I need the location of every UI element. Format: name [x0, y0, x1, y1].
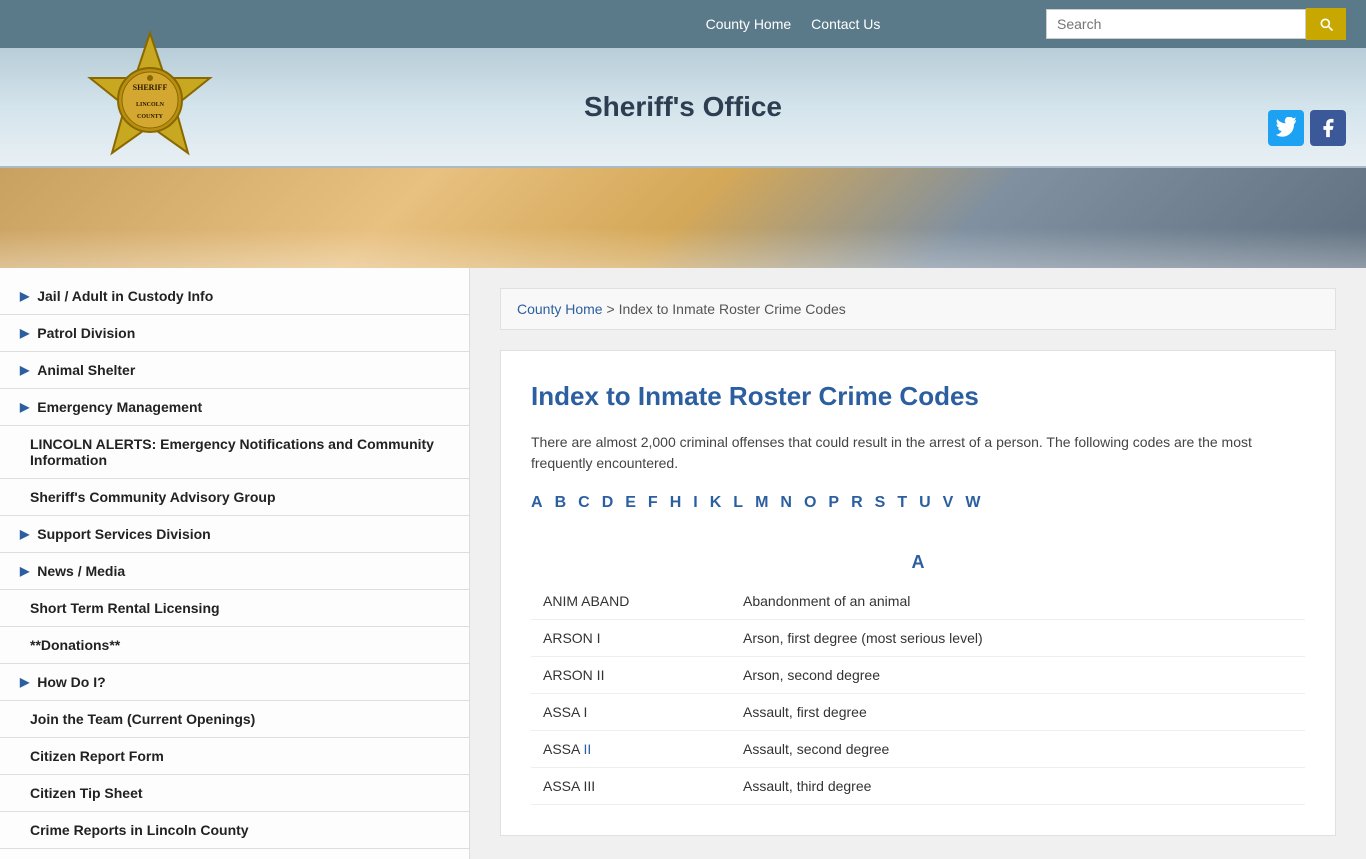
- table-row: ASSA III Assault, third degree: [531, 768, 1305, 805]
- alphabet-navigation: A B C D E F H I K L M N O P R S T U V W: [531, 494, 1305, 522]
- crime-description: Assault, third degree: [731, 768, 1305, 805]
- alpha-n[interactable]: N: [780, 494, 792, 512]
- sidebar-item-support[interactable]: ▶ Support Services Division: [0, 516, 469, 553]
- top-navigation: County Home Contact Us: [706, 16, 881, 32]
- search-area: [1046, 8, 1346, 40]
- arrow-icon: ▶: [20, 527, 29, 541]
- table-row: ANIM ABAND Abandonment of an animal: [531, 583, 1305, 620]
- twitter-icon[interactable]: [1268, 110, 1304, 146]
- sidebar-item-join-team[interactable]: Join the Team (Current Openings): [0, 701, 469, 738]
- crime-description: Arson, first degree (most serious level): [731, 620, 1305, 657]
- crime-code: ASSA II: [531, 731, 731, 768]
- sidebar: ▶ Jail / Adult in Custody Info ▶ Patrol …: [0, 268, 470, 859]
- crime-code: ASSA I: [531, 694, 731, 731]
- alpha-d[interactable]: D: [602, 494, 614, 512]
- page-intro: There are almost 2,000 criminal offenses…: [531, 432, 1305, 474]
- alpha-a[interactable]: A: [531, 494, 543, 512]
- site-header: SHERIFF LINCOLN COUNTY Sheriff's Office: [0, 48, 1366, 168]
- alpha-c[interactable]: C: [578, 494, 590, 512]
- crime-description: Abandonment of an animal: [731, 583, 1305, 620]
- alpha-l[interactable]: L: [733, 494, 743, 512]
- breadcrumb-home-link[interactable]: County Home: [517, 301, 603, 317]
- alpha-p[interactable]: P: [828, 494, 839, 512]
- sidebar-item-patrol[interactable]: ▶ Patrol Division: [0, 315, 469, 352]
- alpha-u[interactable]: U: [919, 494, 931, 512]
- sidebar-item-animal[interactable]: ▶ Animal Shelter: [0, 352, 469, 389]
- search-button[interactable]: [1306, 8, 1346, 40]
- breadcrumb-current: Index to Inmate Roster Crime Codes: [619, 301, 846, 317]
- svg-text:SHERIFF: SHERIFF: [133, 83, 168, 92]
- sidebar-item-citizen-report[interactable]: Citizen Report Form: [0, 738, 469, 775]
- sheriff-logo: SHERIFF LINCOLN COUNTY: [80, 28, 220, 168]
- svg-text:LINCOLN: LINCOLN: [136, 102, 165, 108]
- main-layout: ▶ Jail / Adult in Custody Info ▶ Patrol …: [0, 268, 1366, 859]
- alpha-f[interactable]: F: [648, 494, 658, 512]
- breadcrumb-separator: >: [606, 301, 618, 317]
- alpha-h[interactable]: H: [670, 494, 682, 512]
- alpha-w[interactable]: W: [965, 494, 980, 512]
- table-row: ASSA I Assault, first degree: [531, 694, 1305, 731]
- crime-description: Arson, second degree: [731, 657, 1305, 694]
- main-content: County Home > Index to Inmate Roster Cri…: [470, 268, 1366, 859]
- alpha-e[interactable]: E: [625, 494, 636, 512]
- sidebar-item-news[interactable]: ▶ News / Media: [0, 553, 469, 590]
- sidebar-item-lincoln-alerts[interactable]: LINCOLN ALERTS: Emergency Notifications …: [0, 426, 469, 479]
- crime-code: ASSA III: [531, 768, 731, 805]
- sidebar-item-advisory-group[interactable]: Sheriff's Community Advisory Group: [0, 479, 469, 516]
- page-heading: Index to Inmate Roster Crime Codes: [531, 381, 1305, 412]
- contact-us-link[interactable]: Contact Us: [811, 16, 880, 32]
- table-row: ARSON II Arson, second degree: [531, 657, 1305, 694]
- sidebar-item-jail[interactable]: ▶ Jail / Adult in Custody Info: [0, 278, 469, 315]
- site-title: Sheriff's Office: [584, 91, 782, 123]
- alpha-k[interactable]: K: [710, 494, 722, 512]
- alpha-v[interactable]: V: [943, 494, 954, 512]
- facebook-icon[interactable]: [1310, 110, 1346, 146]
- crime-description: Assault, second degree: [731, 731, 1305, 768]
- search-icon: [1318, 16, 1334, 32]
- arrow-icon: ▶: [20, 400, 29, 414]
- arrow-icon: ▶: [20, 363, 29, 377]
- breadcrumb: County Home > Index to Inmate Roster Cri…: [500, 288, 1336, 330]
- hero-image: [0, 168, 1366, 268]
- sidebar-item-short-term[interactable]: Short Term Rental Licensing: [0, 590, 469, 627]
- crime-code: ARSON I: [531, 620, 731, 657]
- crimes-table: ANIM ABAND Abandonment of an animal ARSO…: [531, 583, 1305, 805]
- crime-code: ARSON II: [531, 657, 731, 694]
- alpha-s[interactable]: S: [875, 494, 886, 512]
- social-icons: [1268, 110, 1346, 146]
- svg-text:COUNTY: COUNTY: [137, 114, 164, 120]
- alpha-b[interactable]: B: [555, 494, 567, 512]
- crime-code: ANIM ABAND: [531, 583, 731, 620]
- alpha-i[interactable]: I: [693, 494, 697, 512]
- table-row: ASSA II Assault, second degree: [531, 731, 1305, 768]
- sidebar-item-emergency[interactable]: ▶ Emergency Management: [0, 389, 469, 426]
- sidebar-item-crime-reports[interactable]: Crime Reports in Lincoln County: [0, 812, 469, 849]
- alpha-m[interactable]: M: [755, 494, 768, 512]
- arrow-icon: ▶: [20, 289, 29, 303]
- table-row: ARSON I Arson, first degree (most seriou…: [531, 620, 1305, 657]
- sidebar-item-citizen-tip[interactable]: Citizen Tip Sheet: [0, 775, 469, 812]
- arrow-icon: ▶: [20, 564, 29, 578]
- section-a-heading: A: [531, 552, 1305, 573]
- arrow-icon: ▶: [20, 675, 29, 689]
- arrow-icon: ▶: [20, 326, 29, 340]
- crime-description: Assault, first degree: [731, 694, 1305, 731]
- search-input[interactable]: [1046, 9, 1306, 39]
- county-home-link[interactable]: County Home: [706, 16, 792, 32]
- alpha-o[interactable]: O: [804, 494, 816, 512]
- alpha-t[interactable]: T: [897, 494, 907, 512]
- alpha-r[interactable]: R: [851, 494, 863, 512]
- page-content-box: Index to Inmate Roster Crime Codes There…: [500, 350, 1336, 836]
- sidebar-item-how-do-i[interactable]: ▶ How Do I?: [0, 664, 469, 701]
- sidebar-item-donations[interactable]: **Donations**: [0, 627, 469, 664]
